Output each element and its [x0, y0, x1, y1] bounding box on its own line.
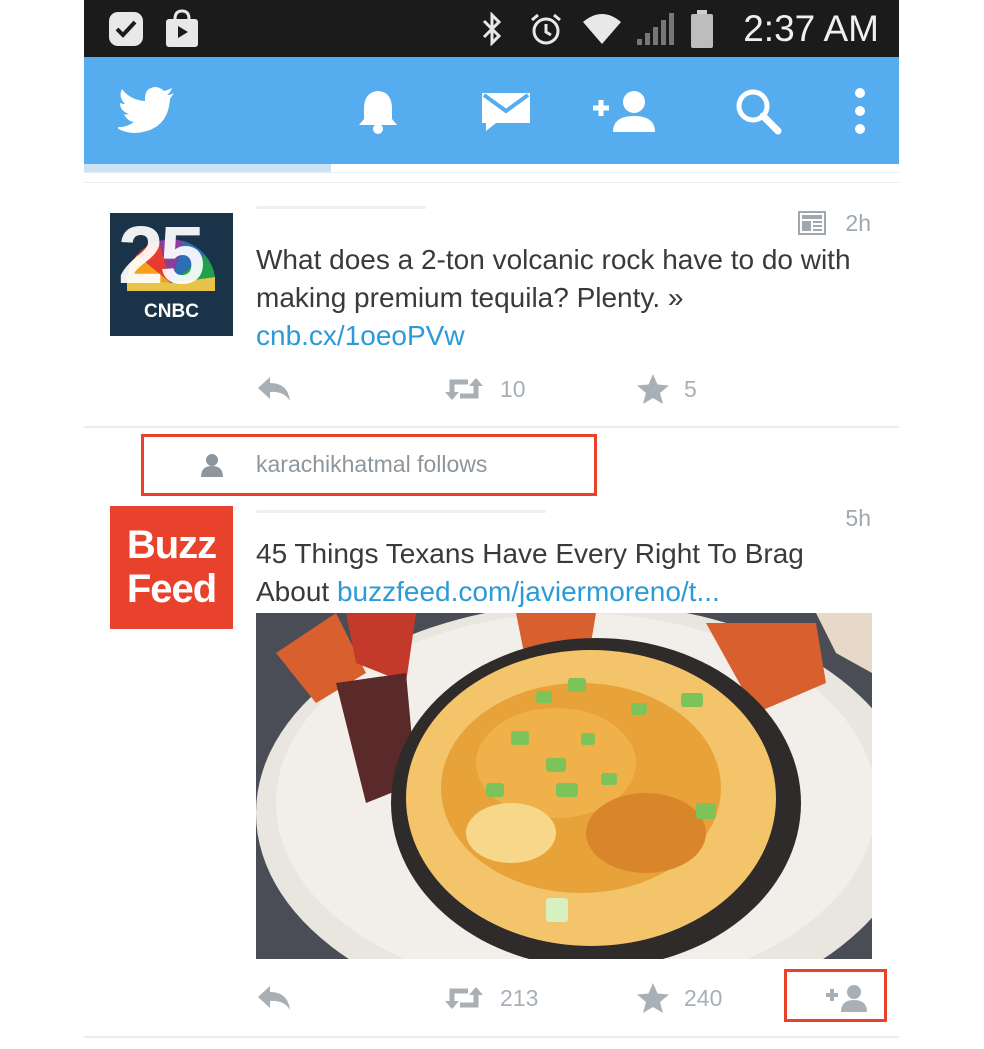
tab-home-indicator[interactable] — [84, 164, 331, 172]
tweet-text: What does a 2-ton volcanic rock have to … — [256, 244, 851, 313]
bluetooth-icon — [477, 0, 507, 57]
clock-time: 2:37 AM — [743, 8, 879, 49]
favorite-count: 5 — [684, 375, 697, 402]
twitter-app-screen: 2:37 AM 25 CNBC 2h What does a 2-ton vol… — [84, 0, 899, 1049]
highlight-box-social-context — [141, 434, 597, 496]
twitter-bird-icon[interactable] — [112, 57, 182, 164]
tweet-cnbc[interactable]: 25 CNBC 2h What does a 2-ton volcanic ro… — [84, 183, 899, 428]
tweet-link[interactable]: buzzfeed.com/javiermoreno/t... — [337, 576, 720, 607]
add-user-icon[interactable] — [588, 57, 660, 164]
alarm-icon — [526, 0, 566, 57]
tab-divider — [84, 172, 899, 173]
notifications-bell-icon[interactable] — [346, 57, 410, 164]
avatar-brand: CNBC — [144, 301, 199, 322]
battery-icon — [688, 0, 716, 57]
summary-card-icon — [797, 210, 827, 241]
reply-icon — [258, 986, 290, 1010]
author-name-placeholder — [256, 206, 426, 209]
tweet-timestamp[interactable]: 2h — [845, 210, 871, 237]
check-badge-icon — [106, 0, 146, 57]
retweet-button[interactable]: 213 — [442, 978, 538, 1018]
play-store-icon — [160, 0, 204, 57]
cnbc-avatar[interactable]: 25 CNBC — [110, 213, 233, 336]
retweet-count: 213 — [500, 984, 539, 1011]
tweet-body: 45 Things Texans Have Every Right To Bra… — [256, 535, 876, 611]
action-bar — [84, 57, 899, 164]
retweet-button[interactable]: 10 — [442, 369, 526, 409]
divider — [84, 426, 899, 428]
search-icon[interactable] — [730, 57, 786, 164]
divider — [84, 1036, 899, 1038]
tweet-link[interactable]: cnb.cx/1oeoPVw — [256, 320, 465, 351]
tweet-body: What does a 2-ton volcanic rock have to … — [256, 241, 876, 355]
favorite-button[interactable]: 5 — [636, 369, 697, 409]
status-bar: 2:37 AM — [84, 0, 899, 57]
tweet-actions: 213 240 — [256, 978, 876, 1018]
avatar-number: 25 — [118, 213, 205, 301]
reply-icon — [258, 377, 290, 401]
signal-icon — [634, 0, 676, 57]
tweet-actions: 10 5 — [256, 369, 876, 409]
reply-button[interactable] — [256, 369, 292, 409]
avatar-brand-top: Buzz — [126, 523, 217, 567]
wifi-icon — [580, 0, 624, 57]
avatar-brand-bottom: Feed — [126, 567, 217, 611]
tweet-timestamp[interactable]: 5h — [845, 505, 871, 532]
favorite-button[interactable]: 240 — [636, 978, 722, 1018]
highlight-box-follow-button — [784, 969, 887, 1022]
overflow-menu-icon[interactable] — [840, 57, 880, 164]
queso-dip-photo[interactable] — [256, 613, 872, 959]
retweet-icon — [445, 378, 483, 400]
star-icon — [637, 374, 669, 404]
messages-envelope-icon[interactable] — [476, 57, 536, 164]
buzzfeed-avatar[interactable]: Buzz Feed — [110, 506, 233, 629]
food-image — [256, 613, 872, 959]
reply-button[interactable] — [256, 978, 292, 1018]
retweet-icon — [445, 987, 483, 1009]
star-icon — [637, 983, 669, 1013]
author-name-placeholder — [256, 510, 546, 513]
retweet-count: 10 — [500, 375, 526, 402]
favorite-count: 240 — [684, 984, 723, 1011]
